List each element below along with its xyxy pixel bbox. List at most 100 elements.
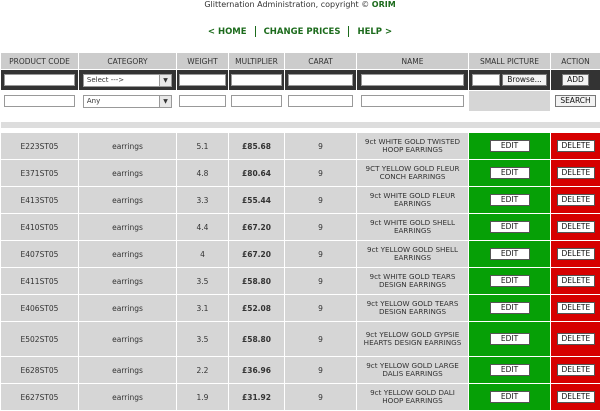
carat-cell: 9 [285,322,357,357]
name-cell: 9ct YELLOW GOLD TEARS DESIGN EARRINGS [357,295,469,322]
products-table: PRODUCT CODE CATEGORY WEIGHT MULTIPLIER … [0,52,600,411]
carat-cell: 9 [285,133,357,160]
multiplier-cell: £58.80 [229,322,285,357]
category-cell: earrings [79,133,177,160]
name-cell: 9ct WHITE GOLD TWISTED HOOP EARRINGS [357,133,469,160]
table-row: E406ST05 earrings 3.1 £52.08 9 9ct YELLO… [1,295,600,322]
delete-button[interactable]: DELETE [557,333,595,345]
col-header-multiplier: MULTIPLIER [229,53,285,70]
add-product-form-row: Select ---> ▼ Browse... ADD [1,70,600,91]
delete-cell: DELETE [551,384,600,411]
browse-button[interactable]: Browse... [502,74,546,86]
table-row: E407ST05 earrings 4 £67.20 9 9ct YELLOW … [1,241,600,268]
product-code-input[interactable] [4,74,75,86]
edit-cell: EDIT [469,187,551,214]
category-cell: earrings [79,187,177,214]
edit-button[interactable]: EDIT [490,302,530,314]
search-name-input[interactable] [361,95,463,107]
nav-change-prices-link[interactable]: CHANGE PRICES [256,27,349,37]
edit-button[interactable]: EDIT [490,221,530,233]
nav-help-link[interactable]: HELP > [349,27,400,37]
multiplier-cell: £67.20 [229,241,285,268]
table-row: E411ST05 earrings 3.5 £58.80 9 9ct WHITE… [1,268,600,295]
chevron-down-icon: ▼ [159,75,171,86]
col-header-product-code: PRODUCT CODE [1,53,79,70]
delete-cell: DELETE [551,357,600,384]
delete-cell: DELETE [551,268,600,295]
multiplier-cell: £80.64 [229,160,285,187]
category-cell: earrings [79,241,177,268]
delete-button[interactable]: DELETE [557,194,595,206]
name-cell: 9ct WHITE GOLD FLEUR EARRINGS [357,187,469,214]
edit-cell: EDIT [469,357,551,384]
edit-button[interactable]: EDIT [490,275,530,287]
search-multiplier-input[interactable] [231,95,282,107]
edit-button[interactable]: EDIT [490,167,530,179]
empty-cell [469,91,551,112]
copyright-text: Glitternation Administration, copyright … [204,0,369,9]
delete-cell: DELETE [551,214,600,241]
category-cell: earrings [79,357,177,384]
name-cell: 9ct YELLOW GOLD GYPSIE HEARTS DESIGN EAR… [357,322,469,357]
carat-cell: 9 [285,268,357,295]
delete-button[interactable]: DELETE [557,364,595,376]
table-row: E413ST05 earrings 3.3 £55.44 9 9ct WHITE… [1,187,600,214]
weight-cell: 1.9 [177,384,229,411]
category-filter-select[interactable]: Any▼ [83,95,172,108]
multiplier-cell: £31.92 [229,384,285,411]
edit-button[interactable]: EDIT [490,194,530,206]
edit-button[interactable]: EDIT [490,391,530,403]
delete-cell: DELETE [551,322,600,357]
weight-cell: 4.8 [177,160,229,187]
add-button[interactable]: ADD [562,74,589,86]
search-carat-input[interactable] [288,95,353,107]
category-select[interactable]: Select ---> ▼ [83,74,172,87]
edit-button[interactable]: EDIT [490,140,530,152]
edit-button[interactable]: EDIT [490,333,530,345]
name-input[interactable] [361,74,463,86]
delete-button[interactable]: DELETE [557,140,595,152]
product-code-cell: E502ST05 [1,322,79,357]
weight-input[interactable] [179,74,226,86]
product-rows: E223ST05 earrings 5.1 £85.68 9 9ct WHITE… [1,133,600,411]
nav-home-link[interactable]: < HOME [200,27,255,37]
delete-cell: DELETE [551,133,600,160]
page-header: Glitternation Administration, copyright … [0,0,600,12]
small-picture-upload: Browse... [469,74,550,86]
edit-button[interactable]: EDIT [490,248,530,260]
multiplier-cell: £52.08 [229,295,285,322]
delete-button[interactable]: DELETE [557,167,595,179]
delete-button[interactable]: DELETE [557,302,595,314]
search-code-input[interactable] [4,95,75,107]
table-row: E627ST05 earrings 1.9 £31.92 9 9ct YELLO… [1,384,600,411]
delete-button[interactable]: DELETE [557,275,595,287]
multiplier-input[interactable] [231,74,282,86]
delete-button[interactable]: DELETE [557,248,595,260]
col-header-small-picture: SMALL PICTURE [469,53,551,70]
category-select-value: Select ---> [87,76,124,84]
category-cell: earrings [79,268,177,295]
delete-button[interactable]: DELETE [557,221,595,233]
carat-input[interactable] [288,74,353,86]
edit-cell: EDIT [469,160,551,187]
name-cell: 9ct WHITE GOLD TEARS DESIGN EARRINGS [357,268,469,295]
search-button[interactable]: SEARCH [555,95,595,107]
table-row: E628ST05 earrings 2.2 £36.96 9 9ct YELLO… [1,357,600,384]
table-row: E502ST05 earrings 3.5 £58.80 9 9ct YELLO… [1,322,600,357]
category-filter-value: Any [87,97,100,105]
multiplier-cell: £36.96 [229,357,285,384]
delete-cell: DELETE [551,187,600,214]
weight-cell: 3.3 [177,187,229,214]
table-row: E371ST05 earrings 4.8 £80.64 9 9CT YELLO… [1,160,600,187]
category-cell: earrings [79,322,177,357]
carat-cell: 9 [285,241,357,268]
name-cell: 9ct YELLOW GOLD SHELL EARRINGS [357,241,469,268]
file-path-field[interactable] [472,74,500,86]
category-cell: earrings [79,384,177,411]
delete-button[interactable]: DELETE [557,391,595,403]
edit-button[interactable]: EDIT [490,364,530,376]
search-weight-input[interactable] [179,95,226,107]
carat-cell: 9 [285,384,357,411]
carat-cell: 9 [285,187,357,214]
main-nav: < HOMECHANGE PRICESHELP > [0,26,600,40]
